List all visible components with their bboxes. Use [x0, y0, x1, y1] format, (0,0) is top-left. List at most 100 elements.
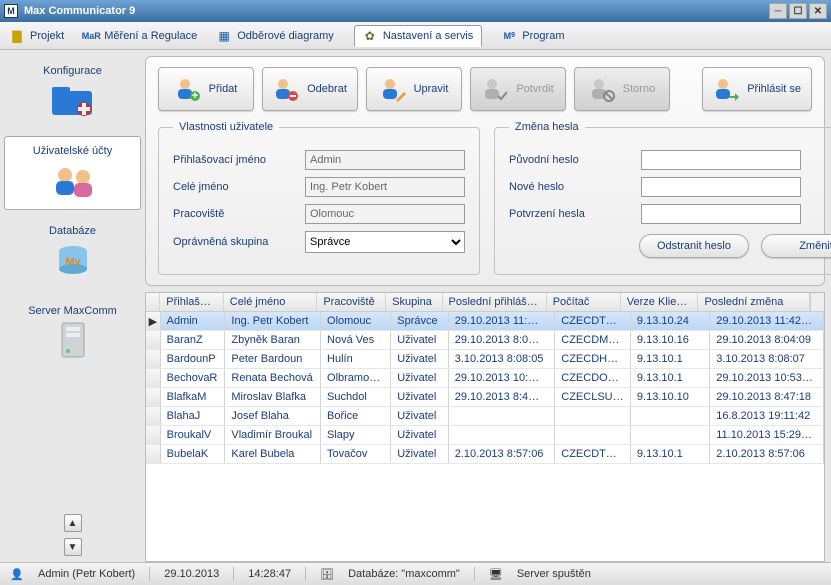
cell-computer [555, 407, 631, 425]
cell-clientver: 9.13.10.24 [631, 312, 710, 330]
menu-label: Nastavení a servis [383, 30, 473, 42]
status-server: Server spuštěn [517, 568, 591, 580]
row-indicator: ▶ [146, 312, 161, 330]
new-pass-label: Nové heslo [509, 181, 629, 193]
nav-databaze[interactable]: Databáze My [4, 216, 141, 290]
menu-mereni[interactable]: MaR Měření a Regulace [84, 29, 197, 43]
cell-lastchange: 16.8.2013 19:11:42 [710, 407, 824, 425]
user-add-icon: + [175, 76, 201, 102]
cell-login: BubelaK [161, 445, 226, 463]
button-label: Přidat [209, 83, 238, 95]
cell-computer: CZECDTO… [555, 445, 631, 463]
table-row[interactable]: BardounPPeter BardounHulínUživatel3.10.2… [146, 350, 824, 369]
user-login-icon [713, 76, 739, 102]
login-button[interactable]: Přihlásit se [702, 67, 812, 111]
cell-fullname: Miroslav Blafka [225, 388, 321, 406]
row-indicator [146, 350, 161, 368]
projekt-icon: ▇ [10, 29, 24, 43]
button-label: Změnit [799, 240, 831, 252]
table-row[interactable]: ▶AdminIng. Petr KobertOlomoucSprávce29.1… [146, 312, 824, 331]
cell-lastlogin: 29.10.2013 8:4… [449, 388, 556, 406]
svg-text:+: + [191, 90, 197, 102]
col-workplace[interactable]: Pracoviště [317, 293, 386, 311]
cell-workplace: Slapy [321, 426, 391, 444]
col-login[interactable]: Přihlašov… [160, 293, 223, 311]
cell-computer: CZECLSU… [555, 388, 631, 406]
nav-scroll-down[interactable]: ▼ [64, 538, 82, 556]
edit-button[interactable]: Upravit [366, 67, 462, 111]
cell-group: Uživatel [391, 426, 449, 444]
col-fullname[interactable]: Celé jméno [224, 293, 318, 311]
workplace-input[interactable] [305, 204, 465, 224]
remove-button[interactable]: Odebrat [262, 67, 358, 111]
nav-konfigurace[interactable]: Konfigurace [4, 56, 141, 130]
nav-label: Uživatelské účty [33, 145, 112, 157]
cell-workplace: Nová Ves [321, 331, 391, 349]
cell-workplace: Bořice [321, 407, 391, 425]
table-row[interactable]: BlafkaMMiroslav BlafkaSuchdolUživatel29.… [146, 388, 824, 407]
col-lastlogin[interactable]: Poslední přihlášení [443, 293, 547, 311]
folder-icon [49, 81, 97, 121]
fullname-input[interactable] [305, 177, 465, 197]
menu-nastaveni[interactable]: ✿ Nastavení a servis [354, 25, 482, 47]
menu-label: Projekt [30, 30, 64, 42]
settings-icon: ✿ [363, 29, 377, 43]
menu-label: Odběrové diagramy [237, 30, 334, 42]
change-password-button[interactable]: Změnit [761, 234, 831, 258]
col-computer[interactable]: Počítač [547, 293, 621, 311]
col-clientver[interactable]: Verze Klienta [621, 293, 699, 311]
cell-workplace: Suchdol [321, 388, 391, 406]
cell-group: Uživatel [391, 369, 449, 387]
row-indicator [146, 445, 161, 463]
row-indicator [146, 331, 161, 349]
minimize-button[interactable]: ─ [769, 3, 787, 19]
status-db: Databáze: "maxcomm" [348, 568, 460, 580]
cell-fullname: Vladimír Broukal [225, 426, 321, 444]
button-label: Přihlásit se [747, 83, 801, 95]
cell-login: BlahaJ [161, 407, 226, 425]
cell-lastchange: 2.10.2013 8:57:06 [710, 445, 824, 463]
users-icon [49, 161, 97, 201]
cell-group: Správce [391, 312, 449, 330]
user-properties-fieldset: Vlastnosti uživatele Přihlašovací jméno … [158, 121, 480, 275]
row-indicator [146, 369, 161, 387]
cell-computer: CZECDHU… [555, 350, 631, 368]
close-button[interactable]: ✕ [809, 3, 827, 19]
table-row[interactable]: BroukalVVladimír BroukalSlapyUživatel11.… [146, 426, 824, 445]
menu-diagramy[interactable]: ▦ Odběrové diagramy [217, 29, 334, 43]
login-input[interactable] [305, 150, 465, 170]
table-row[interactable]: BubelaKKarel BubelaTovačovUživatel2.10.2… [146, 445, 824, 464]
grid-header: Přihlašov… Celé jméno Pracoviště Skupina… [146, 293, 824, 312]
cell-lastlogin: 29.10.2013 10:… [449, 369, 556, 387]
menu-program[interactable]: M9 Program [502, 29, 564, 43]
group-select[interactable]: Správce [305, 231, 465, 253]
maximize-button[interactable]: ☐ [789, 3, 807, 19]
cell-lastlogin [449, 426, 556, 444]
nav-server[interactable]: Server MaxComm [4, 296, 141, 370]
remove-password-button[interactable]: Odstranit heslo [639, 234, 749, 258]
table-row[interactable]: BaranZZbyněk BaranNová VesUživatel29.10.… [146, 331, 824, 350]
add-button[interactable]: + Přidat [158, 67, 254, 111]
new-pass-input[interactable] [641, 177, 801, 197]
nav-label: Server MaxComm [28, 305, 117, 317]
cell-workplace: Hulín [321, 350, 391, 368]
measurement-icon: MaR [84, 29, 98, 43]
cell-lastlogin: 29.10.2013 8:0… [449, 331, 556, 349]
row-indicator [146, 426, 161, 444]
button-label: Upravit [414, 83, 449, 95]
col-lastchange[interactable]: Poslední změna [698, 293, 809, 311]
menu-projekt[interactable]: ▇ Projekt [10, 29, 64, 43]
cell-lastchange: 29.10.2013 11:42… [710, 312, 824, 330]
col-group[interactable]: Skupina [386, 293, 442, 311]
orig-pass-input[interactable] [641, 150, 801, 170]
nav-ucty[interactable]: Uživatelské účty [4, 136, 141, 210]
table-row[interactable]: BlahaJJosef BlahaBořiceUživatel16.8.2013… [146, 407, 824, 426]
grid-scrollbar[interactable] [810, 293, 824, 311]
cell-clientver: 9.13.10.1 [631, 445, 710, 463]
cell-group: Uživatel [391, 407, 449, 425]
table-row[interactable]: BechovaRRenata BechováOlbramov…Uživatel2… [146, 369, 824, 388]
nav-scroll-up[interactable]: ▲ [64, 514, 82, 532]
cell-group: Uživatel [391, 350, 449, 368]
confirm-pass-input[interactable] [641, 204, 801, 224]
cell-lastchange: 29.10.2013 8:47:18 [710, 388, 824, 406]
